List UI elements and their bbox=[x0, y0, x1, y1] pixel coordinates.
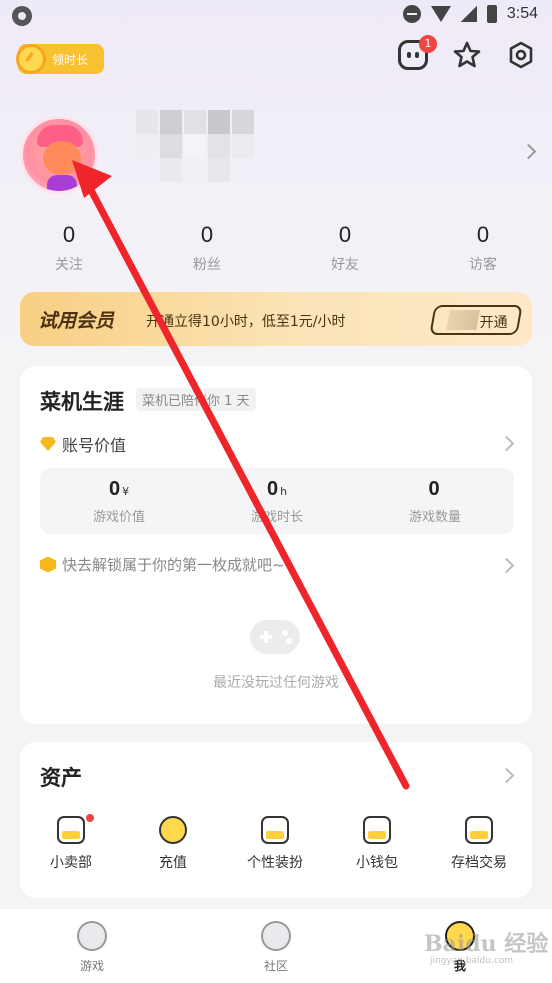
username-blurred[interactable] bbox=[134, 110, 258, 182]
achievement-chevron-icon[interactable] bbox=[498, 557, 515, 574]
metric-game-count: 0 游戏数量 bbox=[408, 478, 461, 525]
message-icon[interactable]: 1 bbox=[398, 35, 437, 70]
assets-card: 资产 小卖部 充值 个性装扮 小钱包 存档交易 bbox=[20, 742, 532, 898]
gamepad-empty-icon bbox=[250, 620, 300, 654]
metric-game-value: 0 ¥ 游戏价值 bbox=[92, 478, 145, 525]
stat-friends[interactable]: 0 好友 bbox=[276, 222, 414, 274]
profile-stats: 0 关注 0 粉丝 0 好友 0 访客 bbox=[0, 222, 552, 274]
save-trade-icon bbox=[465, 816, 493, 844]
assets-row: 小卖部 充值 个性装扮 小钱包 存档交易 bbox=[20, 814, 532, 872]
no-recent-games-text: 最近没玩过任何游戏 bbox=[213, 675, 339, 691]
coin-icon bbox=[159, 816, 187, 844]
claim-time-button[interactable]: 领时长 bbox=[16, 44, 104, 74]
asset-recharge[interactable]: 充值 bbox=[122, 816, 224, 872]
stat-followers[interactable]: 0 粉丝 bbox=[138, 222, 276, 274]
assets-title: 资产 bbox=[40, 766, 82, 790]
wallet-icon bbox=[363, 816, 391, 844]
settings-gear-icon[interactable] bbox=[506, 40, 536, 70]
account-value-chevron-icon[interactable] bbox=[498, 435, 515, 452]
diamond-icon bbox=[40, 437, 56, 451]
stat-following[interactable]: 0 关注 bbox=[0, 222, 138, 274]
asset-shop[interactable]: 小卖部 bbox=[20, 814, 122, 872]
avatar[interactable] bbox=[20, 116, 98, 194]
profile-chevron-right-icon[interactable] bbox=[520, 143, 537, 160]
shop-notification-dot bbox=[86, 814, 94, 822]
membership-description: 开通立得10小时，低至1元/小时 bbox=[146, 314, 346, 330]
achievement-link[interactable]: 快去解锁属于你的第一枚成就吧~ bbox=[40, 554, 285, 575]
shop-icon bbox=[57, 816, 85, 844]
message-badge: 1 bbox=[419, 35, 437, 53]
planet-icon bbox=[261, 921, 291, 951]
claim-time-label: 领时长 bbox=[52, 52, 89, 67]
assets-chevron-icon[interactable] bbox=[498, 767, 515, 784]
top-actions: 1 bbox=[398, 35, 536, 70]
achievement-hex-icon bbox=[40, 556, 56, 573]
asset-dress-up[interactable]: 个性装扮 bbox=[224, 816, 326, 872]
career-metrics: 0 ¥ 游戏价值 0h 游戏时长 0 游戏数量 bbox=[40, 468, 514, 534]
open-membership-button[interactable]: 开通 bbox=[429, 305, 523, 335]
do-not-disturb-icon bbox=[402, 5, 421, 23]
asset-save-trade[interactable]: 存档交易 bbox=[428, 816, 530, 872]
favorites-star-icon[interactable] bbox=[452, 40, 482, 70]
nav-games[interactable]: 游戏 bbox=[0, 909, 184, 983]
watermark: Baidu 经验 bbox=[424, 931, 549, 957]
nav-community[interactable]: 社区 bbox=[184, 909, 368, 983]
account-value-link[interactable]: 账号价值 bbox=[40, 432, 126, 456]
watermark-url: jingyan.baidu.com bbox=[430, 956, 514, 966]
status-bar: 3:54 bbox=[0, 0, 552, 32]
asset-wallet[interactable]: 小钱包 bbox=[326, 816, 428, 872]
membership-title: 试用会员 bbox=[38, 310, 115, 332]
signal-icon bbox=[460, 6, 477, 22]
status-time: 3:54 bbox=[506, 5, 538, 22]
dress-up-icon bbox=[261, 816, 289, 844]
career-card: 菜机生涯 菜机已陪伴你 1 天 账号价值 0 ¥ 游戏价值 0h 游戏时长 0 游… bbox=[20, 366, 532, 724]
stat-visitors[interactable]: 0 访客 bbox=[414, 222, 552, 274]
wifi-icon bbox=[430, 6, 451, 22]
app-status-icon bbox=[12, 6, 32, 26]
trial-membership-banner[interactable]: 试用会员 开通立得10小时，低至1元/小时 开通 bbox=[20, 292, 532, 346]
clock-coin-icon bbox=[16, 44, 46, 74]
career-days-tag: 菜机已陪伴你 1 天 bbox=[136, 388, 256, 411]
career-title: 菜机生涯 bbox=[40, 390, 124, 414]
game-icon bbox=[77, 921, 107, 951]
status-icons: 3:54 bbox=[402, 5, 538, 23]
metric-game-hours: 0h 游戏时长 bbox=[250, 478, 303, 525]
battery-icon bbox=[486, 5, 497, 23]
